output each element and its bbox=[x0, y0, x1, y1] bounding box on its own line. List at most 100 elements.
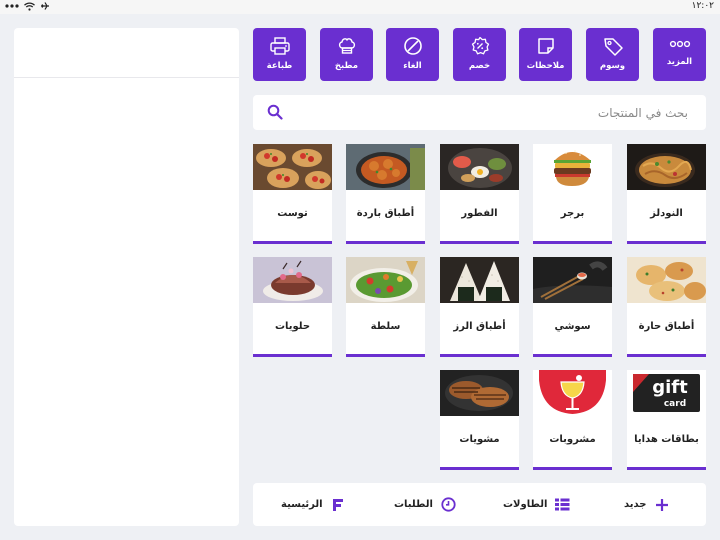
product-image-rice-dishes bbox=[440, 257, 519, 303]
product-card-accent bbox=[533, 354, 612, 357]
home-button[interactable]: الرئيسية bbox=[281, 483, 345, 526]
orders-button[interactable]: الطلبات bbox=[394, 483, 456, 526]
product-image-grills bbox=[440, 370, 519, 416]
home-label: الرئيسية bbox=[281, 499, 323, 510]
product-card-drinks[interactable]: مشروبات bbox=[533, 370, 612, 470]
cancel-label: الغاء bbox=[403, 61, 422, 71]
new-label: جديد bbox=[624, 499, 647, 510]
wifi-icon bbox=[24, 1, 35, 11]
product-name: النودلز bbox=[650, 208, 683, 219]
percent-badge-icon bbox=[471, 36, 489, 55]
product-card-noodles[interactable]: النودلز bbox=[627, 144, 706, 244]
product-name: مشويات bbox=[459, 434, 500, 445]
action-toolbar: المزيد وسوم ملاحظات خصم الغاء مطبخ طباعة bbox=[253, 28, 706, 81]
tags-button[interactable]: وسوم bbox=[586, 28, 639, 81]
print-label: طباعة bbox=[266, 61, 293, 71]
product-card-accent bbox=[346, 354, 425, 357]
bottom-navigation: جديد الطاولات الطلبات الرئيسية bbox=[253, 483, 706, 526]
product-card-accent bbox=[440, 241, 519, 244]
discount-button[interactable]: خصم bbox=[453, 28, 506, 81]
product-card-gift-cards[interactable]: gift card بطاقات هدايا bbox=[627, 370, 706, 470]
product-name: حلويات bbox=[274, 321, 311, 332]
printer-icon bbox=[269, 37, 290, 55]
kitchen-button[interactable]: مطبخ bbox=[320, 28, 373, 81]
cart-panel bbox=[14, 28, 239, 526]
logo-icon bbox=[332, 498, 343, 511]
product-card-grills[interactable]: مشويات bbox=[440, 370, 519, 470]
discount-label: خصم bbox=[468, 61, 491, 71]
product-card-toast[interactable]: توست bbox=[253, 144, 332, 244]
product-image-noodles bbox=[627, 144, 706, 190]
notes-button[interactable]: ملاحظات bbox=[519, 28, 572, 81]
product-image-burger bbox=[533, 144, 612, 190]
print-button[interactable]: طباعة bbox=[253, 28, 306, 81]
product-image-salad bbox=[346, 257, 425, 303]
product-image-gift-card: gift card bbox=[627, 370, 706, 416]
product-name: سلطة bbox=[370, 321, 401, 332]
clock-icon bbox=[441, 497, 456, 512]
product-card-sushi[interactable]: سوشي bbox=[533, 257, 612, 357]
product-image-cold-dishes bbox=[346, 144, 425, 190]
product-search-bar bbox=[253, 95, 706, 130]
plus-icon bbox=[655, 498, 668, 511]
search-icon[interactable] bbox=[267, 104, 283, 120]
gift-card-text-gift: gift bbox=[652, 377, 688, 398]
signal-dots-icon bbox=[5, 4, 19, 8]
product-card-burger[interactable]: برجر bbox=[533, 144, 612, 244]
product-name: برجر bbox=[560, 208, 585, 219]
orders-label: الطلبات bbox=[394, 499, 433, 510]
status-bar: ١٢:٠٢ bbox=[0, 0, 720, 14]
product-name: مشروبات bbox=[549, 434, 596, 445]
product-image-toast bbox=[253, 144, 332, 190]
product-card-accent bbox=[627, 354, 706, 357]
airplane-icon bbox=[41, 2, 49, 10]
product-card-cold-dishes[interactable]: أطباق باردة bbox=[346, 144, 425, 244]
product-card-rice-dishes[interactable]: أطباق الرز bbox=[440, 257, 519, 357]
more-button[interactable]: المزيد bbox=[653, 28, 706, 81]
new-order-button[interactable]: جديد bbox=[624, 483, 669, 526]
search-input[interactable] bbox=[293, 95, 688, 130]
cancel-button[interactable]: الغاء bbox=[386, 28, 439, 81]
kitchen-label: مطبخ bbox=[334, 61, 359, 71]
cancel-circle-icon bbox=[403, 37, 422, 55]
status-time: ١٢:٠٢ bbox=[691, 1, 714, 11]
product-card-desserts[interactable]: حلويات bbox=[253, 257, 332, 357]
chef-hat-icon bbox=[338, 38, 355, 54]
product-image-drinks bbox=[533, 370, 612, 416]
product-card-accent bbox=[627, 241, 706, 244]
gift-card-text-card: card bbox=[664, 399, 686, 409]
product-card-accent bbox=[627, 467, 706, 470]
product-card-accent bbox=[533, 467, 612, 470]
product-name: أطباق باردة bbox=[356, 208, 415, 219]
product-card-accent bbox=[253, 354, 332, 357]
product-image-sushi bbox=[533, 257, 612, 303]
cart-header bbox=[14, 28, 239, 78]
product-name: بطاقات هدايا bbox=[634, 434, 699, 445]
status-icons bbox=[5, 1, 50, 11]
tables-label: الطاولات bbox=[503, 499, 548, 510]
more-label: المزيد bbox=[666, 57, 693, 67]
product-card-accent bbox=[346, 241, 425, 244]
product-name: أطباق الرز bbox=[453, 321, 506, 332]
product-card-accent bbox=[533, 241, 612, 244]
product-image-hot-dishes bbox=[627, 257, 706, 303]
product-name: الفطور bbox=[461, 208, 498, 219]
product-card-breakfast[interactable]: الفطور bbox=[440, 144, 519, 244]
product-card-accent bbox=[440, 467, 519, 470]
product-card-hot-dishes[interactable]: أطباق حارة bbox=[627, 257, 706, 357]
product-name: توست bbox=[277, 208, 308, 219]
product-card-salad[interactable]: سلطة bbox=[346, 257, 425, 357]
tag-icon bbox=[603, 38, 623, 56]
notes-label: ملاحظات bbox=[526, 61, 565, 71]
tables-button[interactable]: الطاولات bbox=[503, 483, 570, 526]
product-image-breakfast bbox=[440, 144, 519, 190]
product-name: سوشي bbox=[554, 321, 591, 332]
product-card-accent bbox=[253, 241, 332, 244]
tags-label: وسوم bbox=[599, 61, 626, 71]
product-image-desserts bbox=[253, 257, 332, 303]
tables-icon bbox=[555, 498, 570, 511]
product-name: أطباق حارة bbox=[638, 321, 695, 332]
note-icon bbox=[537, 38, 554, 54]
ellipsis-icon bbox=[669, 40, 690, 48]
product-card-accent bbox=[440, 354, 519, 357]
